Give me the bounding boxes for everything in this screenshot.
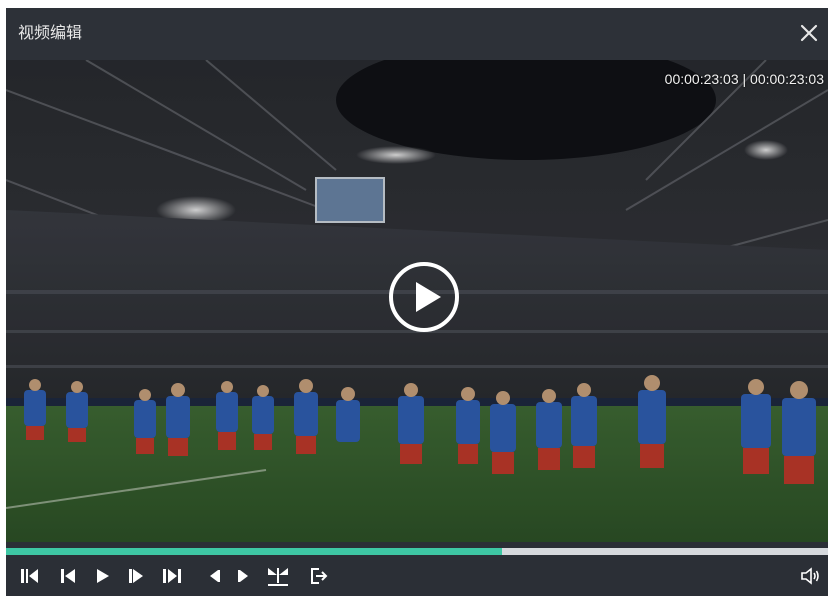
- close-icon[interactable]: [796, 20, 822, 46]
- mark-in-icon[interactable]: [202, 564, 226, 588]
- window-title: 视频编辑: [18, 25, 83, 42]
- play-overlay-icon[interactable]: [387, 260, 461, 334]
- go-to-start-icon[interactable]: [18, 564, 42, 588]
- progress-bar[interactable]: [6, 548, 828, 555]
- playback-controls: [6, 556, 828, 596]
- video-editor-window: 视频编辑 00:00:23:03 | 00:00:23:03: [6, 8, 828, 596]
- mark-out-icon[interactable]: [232, 564, 256, 588]
- volume-icon[interactable]: [798, 564, 822, 588]
- title-bar: 视频编辑: [6, 8, 828, 60]
- video-preview[interactable]: 00:00:23:03 | 00:00:23:03: [6, 60, 828, 542]
- play-icon[interactable]: [90, 564, 114, 588]
- step-forward-icon[interactable]: [124, 564, 148, 588]
- go-to-end-icon[interactable]: [160, 564, 184, 588]
- progress-fill: [6, 548, 502, 555]
- step-back-icon[interactable]: [56, 564, 80, 588]
- timecode-display: 00:00:23:03 | 00:00:23:03: [664, 71, 824, 87]
- export-icon[interactable]: [306, 564, 330, 588]
- split-icon[interactable]: [266, 564, 290, 588]
